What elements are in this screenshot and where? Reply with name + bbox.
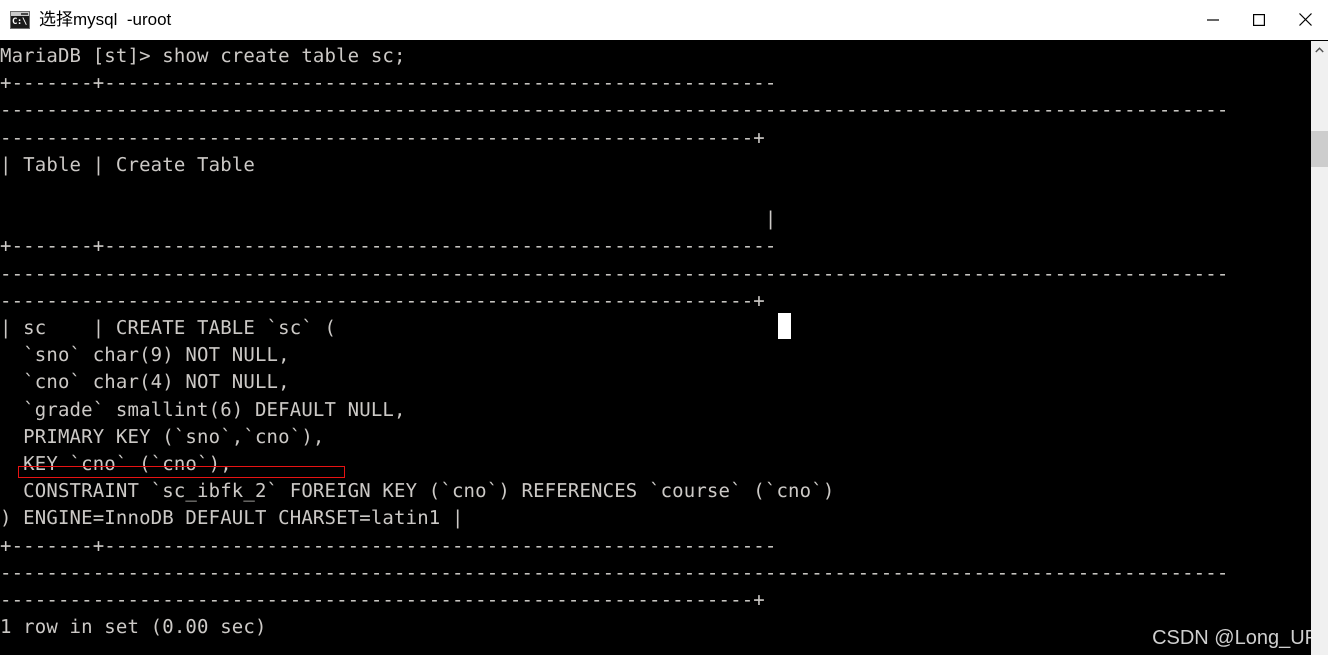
scroll-up-button[interactable] <box>1311 41 1328 58</box>
maximize-button[interactable] <box>1236 0 1282 40</box>
chevron-up-icon <box>1315 46 1324 52</box>
cmd-console-icon: C:\ <box>10 11 30 29</box>
window-title: 选择mysql -uroot <box>39 10 172 29</box>
icon-prompt-text: C:\ <box>12 17 27 27</box>
maximize-icon <box>1253 13 1265 26</box>
terminal-output-area[interactable]: MariaDB [st]> show create table sc; +---… <box>0 41 1311 655</box>
close-icon <box>1298 13 1312 26</box>
text-cursor <box>778 313 791 339</box>
vertical-scrollbar[interactable] <box>1311 41 1328 655</box>
scroll-thumb[interactable] <box>1311 131 1328 167</box>
red-highlight-annotation <box>18 466 345 478</box>
window-controls <box>1190 0 1328 41</box>
minimize-button[interactable] <box>1190 0 1236 40</box>
title-bar[interactable]: C:\ 选择mysql -uroot <box>0 0 1328 41</box>
watermark-text: CSDN @Long_UP <box>1152 627 1318 649</box>
minimize-icon <box>1207 18 1219 21</box>
console-window: C:\ 选择mysql -uroot MariaDB [st]> show cr… <box>0 0 1328 655</box>
close-button[interactable] <box>1282 0 1328 40</box>
console-text: MariaDB [st]> show create table sc; +---… <box>0 45 1229 639</box>
